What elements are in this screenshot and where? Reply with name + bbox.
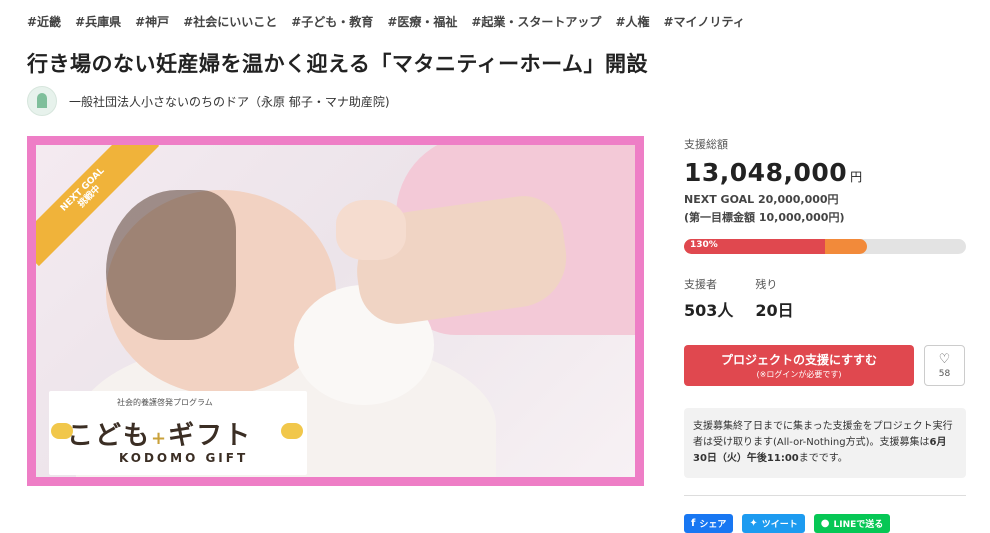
tag-link[interactable]: #子ども・教育 — [291, 13, 373, 30]
tag-link[interactable]: #社会にいいこと — [183, 13, 277, 30]
remaining-days: 20日 — [755, 301, 794, 320]
remaining-stat: 残り 20日 — [755, 276, 793, 321]
line-share-button[interactable]: ● LINEで送る — [813, 514, 891, 533]
remaining-label: 残り — [755, 278, 778, 291]
facebook-icon: f — [691, 518, 696, 529]
logo-arc-text: 社会的養護啓発プログラム — [117, 398, 213, 407]
funding-panel: 支援総額 13,048,000 円 NEXT GOAL 20,000,000円 … — [684, 136, 966, 533]
total-unit: 円 — [850, 170, 863, 184]
owner-avatar[interactable] — [27, 86, 57, 116]
line-icon: ● — [820, 518, 830, 529]
support-button-label: プロジェクトの支援にすすむ — [720, 353, 878, 367]
twitter-share-button[interactable]: ✦ ツイート — [742, 514, 805, 533]
tag-link[interactable]: #マイノリティ — [664, 13, 745, 30]
logo-main-text: こども+ギフト — [67, 421, 253, 451]
owner-name[interactable]: 一般社団法人小さないのちのドア（永原 郁子・マナ助産院) — [69, 93, 390, 110]
project-owner[interactable]: 一般社団法人小さないのちのドア（永原 郁子・マナ助産院) — [27, 86, 390, 116]
favorite-count: 58 — [938, 368, 951, 379]
total-label: 支援総額 — [684, 138, 728, 151]
supporters-count: 503人 — [684, 301, 734, 320]
support-project-button[interactable]: プロジェクトの支援にすすむ (※ログインが必要です) — [684, 345, 914, 386]
logo-en-text: KODOMO GIFT — [119, 451, 249, 465]
progress-bar: 130% — [684, 239, 966, 254]
tag-list: #近畿 #兵庫県 #神戸 #社会にいいこと #子ども・教育 #医療・福祉 #起業… — [27, 13, 745, 30]
tag-link[interactable]: #神戸 — [135, 13, 169, 30]
all-or-nothing-note: 支援募集終了日までに集まった支援金をプロジェクト実行者は受け取ります(All-o… — [684, 408, 966, 478]
tag-link[interactable]: #人権 — [615, 13, 649, 30]
tag-link[interactable]: #医療・福祉 — [387, 13, 457, 30]
first-goal: (第一目標金額 10,000,000円) — [684, 211, 845, 224]
tag-link[interactable]: #兵庫県 — [75, 13, 121, 30]
project-title: 行き場のない妊産婦を温かく迎える「マタニティーホーム」開設 — [27, 52, 648, 76]
hero-image: NEXT GOAL 挑戦中 社会的養護啓発プログラム こども+ギフト KODOM… — [27, 136, 644, 486]
progress-percent: 130% — [690, 240, 718, 250]
divider — [684, 495, 966, 496]
hand-icon — [281, 423, 303, 439]
next-goal: NEXT GOAL 20,000,000円 — [684, 193, 839, 206]
support-button-sub: (※ログインが必要です) — [756, 370, 842, 379]
tag-link[interactable]: #起業・スタートアップ — [471, 13, 601, 30]
heart-icon: ♡ — [938, 351, 951, 367]
facebook-share-button[interactable]: f シェア — [684, 514, 734, 533]
twitter-icon: ✦ — [749, 518, 758, 529]
kodomo-gift-logo: 社会的養護啓発プログラム こども+ギフト KODOMO GIFT — [49, 391, 307, 475]
total-amount: 13,048,000 — [684, 158, 848, 187]
supporters-label: 支援者 — [684, 278, 717, 291]
tag-link[interactable]: #近畿 — [27, 13, 61, 30]
share-buttons: f シェア ✦ ツイート ● LINEで送る — [684, 514, 966, 533]
favorite-button[interactable]: ♡ 58 — [924, 345, 965, 386]
supporters-stat: 支援者 503人 — [684, 276, 733, 321]
